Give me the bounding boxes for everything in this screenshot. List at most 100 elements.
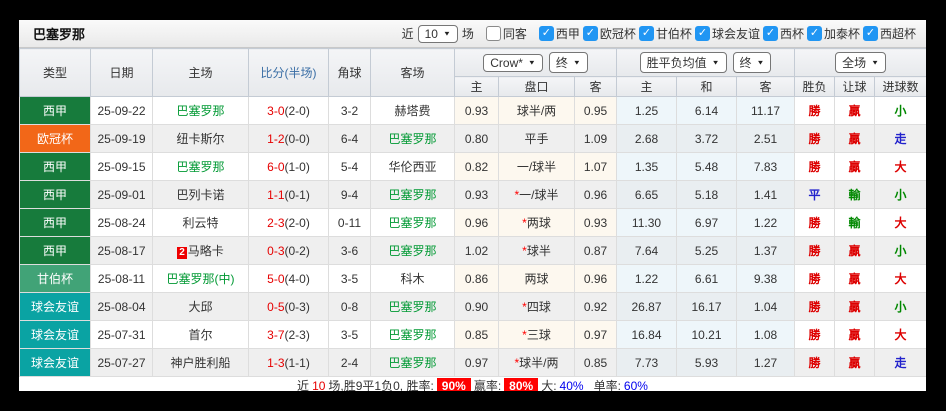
- avg-draw-cell: 5.18: [677, 181, 737, 209]
- handicap-cell: *三球: [499, 321, 575, 349]
- summary-text: 场,胜9平1负0, 胜率:: [328, 377, 433, 391]
- handicap-value: 球半/两: [517, 104, 556, 118]
- league-filter[interactable]: ✓ 加泰杯: [807, 25, 860, 42]
- scope-group-header: 全场 ▼: [795, 49, 926, 77]
- corner-cell: 0-11: [329, 209, 371, 237]
- odds-source-select[interactable]: Crow* ▼: [483, 54, 543, 72]
- odds-away-cell: 0.92: [575, 293, 617, 321]
- result-handicap-cell: 贏: [835, 293, 875, 321]
- away-team-cell: 巴塞罗那: [371, 293, 455, 321]
- league-filter-checkbox[interactable]: ✓: [807, 26, 822, 41]
- avg-away-cell: 1.37: [737, 237, 795, 265]
- away-team-cell: 巴塞罗那: [371, 181, 455, 209]
- score-cell: 0-3(0-2): [249, 237, 329, 265]
- league-filter[interactable]: ✓ 球会友谊: [695, 25, 760, 42]
- away-team-cell: 巴塞罗那: [371, 237, 455, 265]
- result-goals: 走: [895, 132, 907, 146]
- odds-away-cell: 0.95: [575, 97, 617, 125]
- away-team-cell: 巴塞罗那: [371, 209, 455, 237]
- league-cell: 球会友谊: [20, 349, 91, 377]
- home-team-name: 首尔: [188, 328, 212, 342]
- avg-draw-cell: 6.14: [677, 97, 737, 125]
- result-handicap: 贏: [849, 104, 861, 118]
- league-filter[interactable]: ✓ 西甲: [539, 25, 580, 42]
- check-icon: ✓: [764, 27, 777, 40]
- odds-home-cell: 0.85: [455, 321, 499, 349]
- handicap-rate-badge: 80%: [504, 378, 538, 392]
- avg-away-cell: 1.04: [737, 293, 795, 321]
- result-goals-cell: 小: [875, 97, 926, 125]
- corner-cell: 0-8: [329, 293, 371, 321]
- away-team-name: 巴塞罗那: [388, 244, 436, 258]
- odds-home-cell: 0.82: [455, 153, 499, 181]
- col-header-odds-away: 客: [575, 77, 617, 97]
- league-filter-checkbox[interactable]: ✓: [863, 26, 878, 41]
- recent-count-value: 10: [425, 27, 438, 41]
- league-badge: 欧冠杯: [20, 125, 90, 152]
- result-handicap: 贏: [849, 300, 861, 314]
- league-filter-checkbox[interactable]: ✓: [583, 26, 598, 41]
- full-time-score: 0-3: [267, 244, 284, 258]
- match-row: 西甲 25-09-22 巴塞罗那 3-0(2-0) 3-2 赫塔费 0.93 球…: [20, 97, 927, 125]
- result-goals: 大: [895, 160, 907, 174]
- league-filters: ✓ 西甲 ✓ 欧冠杯 ✓ 甘伯杯 ✓ 球会友谊 ✓ 西杯 ✓ 加泰杯 ✓ 西超杯: [539, 25, 916, 42]
- league-cell: 欧冠杯: [20, 125, 91, 153]
- handicap-value: 一/球半: [519, 188, 558, 202]
- home-team-cell: 利云特: [153, 209, 249, 237]
- league-filter[interactable]: ✓ 西杯: [763, 25, 804, 42]
- avg-home-cell: 16.84: [617, 321, 677, 349]
- avg-home-cell: 26.87: [617, 293, 677, 321]
- half-time-score: (0-3): [285, 300, 310, 314]
- league-filter-checkbox[interactable]: ✓: [639, 26, 654, 41]
- avg-draw-cell: 5.25: [677, 237, 737, 265]
- date-cell: 25-08-24: [91, 209, 153, 237]
- avg-away-cell: 1.41: [737, 181, 795, 209]
- avg-away-cell: 11.17: [737, 97, 795, 125]
- avg-stage-select[interactable]: 终 ▼: [733, 52, 772, 73]
- full-time-score: 6-0: [267, 160, 284, 174]
- result-wdl-cell: 勝: [795, 321, 835, 349]
- result-wdl-cell: 平: [795, 181, 835, 209]
- avg-draw-cell: 6.97: [677, 209, 737, 237]
- result-goals-cell: 小: [875, 293, 926, 321]
- recent-suffix-label: 场: [462, 25, 474, 42]
- home-team-cell: 巴塞罗那(中): [153, 265, 249, 293]
- league-filter[interactable]: ✓ 甘伯杯: [639, 25, 692, 42]
- result-wdl-cell: 勝: [795, 237, 835, 265]
- same-venue-checkbox[interactable]: ✓: [486, 26, 501, 41]
- league-filter[interactable]: ✓ 欧冠杯: [583, 25, 636, 42]
- odds-home-cell: 0.93: [455, 97, 499, 125]
- single-rate-label: 单率:: [594, 377, 621, 391]
- result-goals: 小: [895, 300, 907, 314]
- league-filter-checkbox[interactable]: ✓: [695, 26, 710, 41]
- result-goals-cell: 走: [875, 125, 926, 153]
- league-filter-checkbox[interactable]: ✓: [539, 26, 554, 41]
- full-time-score: 5-0: [267, 272, 284, 286]
- home-team-name: 马略卡: [188, 244, 224, 258]
- same-venue-filter[interactable]: ✓ 同客: [486, 25, 527, 42]
- home-team-name: 纽卡斯尔: [176, 132, 224, 146]
- scope-select[interactable]: 全场 ▼: [835, 52, 886, 73]
- corner-cell: 3-2: [329, 97, 371, 125]
- odds-home-cell: 0.93: [455, 181, 499, 209]
- league-filter-checkbox[interactable]: ✓: [763, 26, 778, 41]
- odds-source-value: Crow*: [490, 56, 523, 70]
- half-time-score: (2-0): [285, 104, 310, 118]
- league-filter[interactable]: ✓ 西超杯: [863, 25, 916, 42]
- odds-stage-select[interactable]: 终 ▼: [549, 52, 588, 73]
- avg-source-select[interactable]: 胜平负均值 ▼: [640, 52, 727, 73]
- recent-count-select[interactable]: 10 ▼: [418, 25, 458, 43]
- big-rate-label: 大:: [541, 377, 556, 391]
- home-team-name: 神户胜利船: [170, 356, 230, 370]
- half-time-score: (4-0): [285, 272, 310, 286]
- col-header-avg-away: 客: [737, 77, 795, 97]
- result-wdl: 勝: [809, 216, 821, 230]
- score-cell: 3-0(2-0): [249, 97, 329, 125]
- home-team-cell: 神户胜利船: [153, 349, 249, 377]
- result-wdl-cell: 勝: [795, 125, 835, 153]
- match-row: 欧冠杯 25-09-19 纽卡斯尔 1-2(0-0) 6-4 巴塞罗那 0.80…: [20, 125, 927, 153]
- summary-footer: 近10场,胜9平1负0, 胜率: 90% 赢率: 80% 大:40% 单率:60…: [19, 377, 926, 391]
- home-team-cell: 巴塞罗那: [153, 153, 249, 181]
- result-wdl: 平: [809, 188, 821, 202]
- avg-home-cell: 1.25: [617, 97, 677, 125]
